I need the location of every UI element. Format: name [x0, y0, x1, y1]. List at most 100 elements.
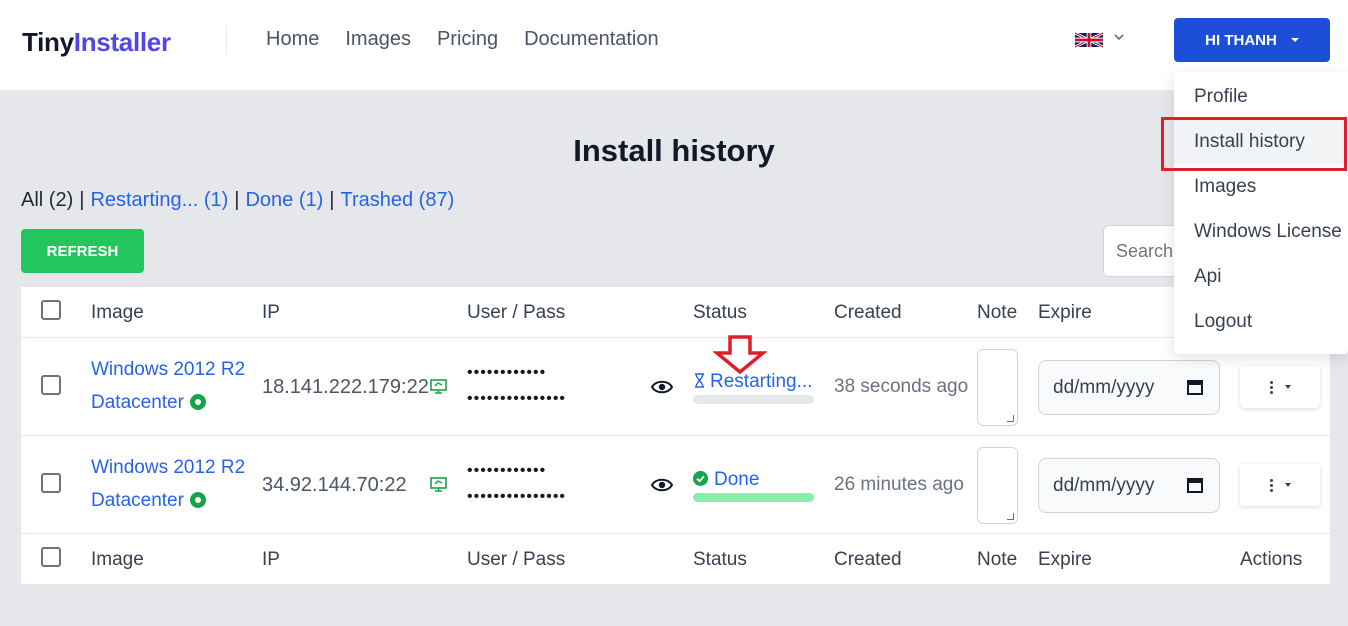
menu-item-windows-license[interactable]: Windows License [1174, 209, 1348, 254]
column-header-user-pass: User / Pass [467, 302, 566, 323]
created-time: 38 seconds ago [834, 376, 969, 397]
column-footer-ip: IP [262, 549, 280, 570]
filter-separator: | [329, 189, 335, 211]
progress-fill [693, 493, 814, 502]
note-textarea[interactable] [977, 447, 1018, 524]
menu-item-install-history[interactable]: Install history [1174, 119, 1348, 164]
image-link[interactable]: Windows 2012 R2 Datacenter [91, 353, 245, 419]
user-dropdown-menu: Profile Install history Images Windows L… [1174, 72, 1348, 354]
page-title: Install history [573, 133, 775, 168]
row-actions-button[interactable] [1240, 464, 1320, 506]
column-footer-expire: Expire [1038, 549, 1092, 570]
remote-desktop-icon[interactable] [430, 477, 447, 492]
menu-item-images[interactable]: Images [1174, 164, 1348, 209]
logo-text-installer: Installer [73, 27, 171, 57]
image-link[interactable]: Windows 2012 R2 Datacenter [91, 451, 245, 517]
remote-desktop-icon[interactable] [430, 379, 447, 394]
online-status-icon [189, 394, 206, 410]
calendar-icon[interactable] [1187, 379, 1203, 395]
menu-item-api[interactable]: Api [1174, 254, 1348, 299]
install-progress-bar [693, 395, 814, 404]
ip-address: 18.141.222.179:22 [262, 376, 429, 398]
filter-trashed[interactable]: Trashed (87) [340, 189, 454, 211]
header-divider [226, 25, 227, 55]
column-header-note: Note [977, 302, 1018, 323]
user-menu-button[interactable]: HI THANH [1174, 18, 1330, 62]
date-placeholder: dd/mm/yyyy [1053, 475, 1155, 496]
caret-down-icon [1284, 483, 1291, 487]
status-filters: All (2) | Restarting... (1) | Done (1) | Trash… [21, 189, 454, 212]
filter-separator: | [79, 189, 85, 211]
column-footer-status: Status [693, 549, 747, 570]
status-label: Done [714, 469, 760, 490]
table-header-row: Image IP User / Pass Status Created Note… [21, 287, 1330, 337]
ip-address: 34.92.144.70:22 [262, 474, 407, 496]
username-masked: •••••••••••• [467, 462, 547, 479]
select-all-checkbox[interactable] [41, 300, 61, 320]
filter-all[interactable]: All (2) [21, 189, 73, 211]
password-masked: ••••••••••••••• [467, 488, 567, 505]
select-all-checkbox-footer[interactable] [41, 547, 61, 567]
image-name-line1: Windows 2012 R2 [91, 457, 246, 478]
column-footer-user-pass: User / Pass [467, 549, 566, 570]
check-circle-icon [693, 471, 708, 486]
password-masked: ••••••••••••••• [467, 390, 567, 407]
kebab-menu-icon [1269, 478, 1273, 492]
status-label: Restarting... [710, 371, 813, 392]
install-history-table: Image IP User / Pass Status Created Note… [21, 287, 1330, 584]
online-status-icon [189, 492, 206, 508]
hourglass-icon [695, 373, 704, 388]
caret-down-icon [1290, 38, 1299, 42]
nav-documentation[interactable]: Documentation [524, 28, 659, 51]
eye-icon[interactable] [651, 477, 673, 493]
filter-separator: | [234, 189, 240, 211]
logo-text-tiny: Tiny [22, 27, 74, 57]
column-header-created: Created [834, 302, 902, 323]
calendar-icon[interactable] [1187, 477, 1203, 493]
column-header-expire: Expire [1038, 302, 1092, 323]
table-row: Windows 2012 R2 Datacenter 34.92.144.70:2… [21, 435, 1330, 533]
menu-item-logout[interactable]: Logout [1174, 299, 1348, 344]
chevron-down-icon[interactable] [1112, 30, 1126, 44]
date-placeholder: dd/mm/yyyy [1053, 377, 1155, 398]
top-navbar: TinyInstaller Home Images Pricing Docume… [0, 0, 1348, 90]
logo[interactable]: TinyInstaller [22, 27, 171, 58]
status-restarting[interactable]: Restarting... [693, 371, 812, 393]
uk-flag-icon[interactable] [1075, 30, 1103, 50]
nav-pricing[interactable]: Pricing [437, 28, 498, 51]
eye-icon[interactable] [651, 379, 673, 395]
user-menu-label: HI THANH [1205, 31, 1277, 49]
column-footer-actions: Actions [1240, 549, 1303, 570]
expire-date-input[interactable]: dd/mm/yyyy [1038, 360, 1220, 415]
row-checkbox[interactable] [41, 473, 61, 493]
column-header-status: Status [693, 302, 747, 323]
username-masked: •••••••••••• [467, 364, 547, 381]
filter-restarting[interactable]: Restarting... (1) [90, 189, 228, 211]
row-actions-button[interactable] [1240, 366, 1320, 408]
main-nav: Home Images Pricing Documentation [266, 28, 659, 51]
nav-images[interactable]: Images [345, 28, 411, 51]
kebab-menu-icon [1269, 380, 1273, 394]
column-footer-created: Created [834, 549, 902, 570]
note-textarea[interactable] [977, 349, 1018, 426]
column-header-image: Image [91, 302, 144, 323]
table-footer-row: Image IP User / Pass Status Created Note… [21, 533, 1330, 583]
column-footer-image: Image [91, 549, 144, 570]
refresh-button[interactable]: REFRESH [21, 229, 144, 273]
table-row: Windows 2012 R2 Datacenter 18.141.222.179… [21, 337, 1330, 435]
image-name-line1: Windows 2012 R2 [91, 359, 246, 380]
status-done[interactable]: Done [693, 469, 759, 491]
expire-date-input[interactable]: dd/mm/yyyy [1038, 458, 1220, 513]
image-name-line2: Datacenter [91, 392, 184, 413]
row-checkbox[interactable] [41, 375, 61, 395]
image-cell: Windows 2012 R2 Datacenter [91, 353, 245, 419]
image-name-line2: Datacenter [91, 490, 184, 511]
column-header-ip: IP [262, 302, 280, 323]
caret-down-icon [1284, 385, 1291, 389]
install-progress-bar [693, 493, 814, 502]
filter-done[interactable]: Done (1) [245, 189, 323, 211]
image-cell: Windows 2012 R2 Datacenter [91, 451, 245, 517]
created-time: 26 minutes ago [834, 474, 964, 495]
nav-home[interactable]: Home [266, 28, 319, 51]
menu-item-profile[interactable]: Profile [1174, 74, 1348, 119]
